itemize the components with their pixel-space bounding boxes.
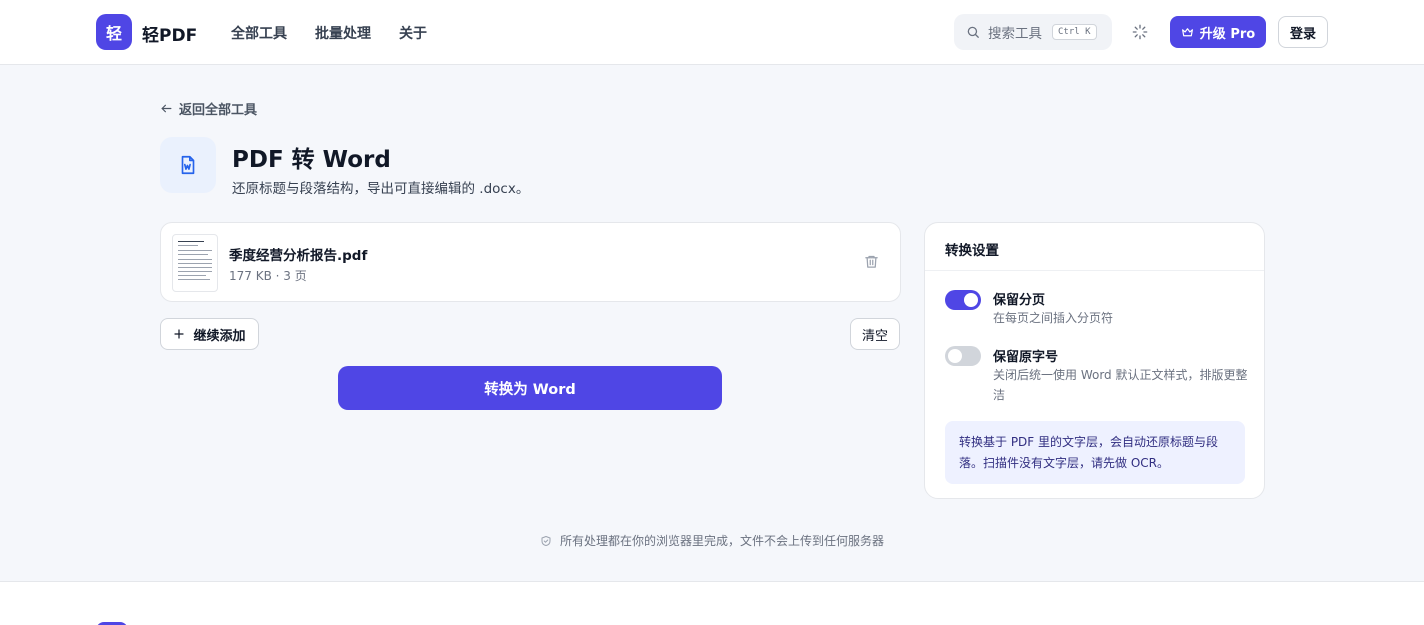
search-placeholder: 搜索工具 (988, 26, 1042, 42)
login-button[interactable]: 登录 (1278, 16, 1328, 48)
nav-about[interactable]: 关于 (399, 23, 427, 43)
nav-batch[interactable]: 批量处理 (315, 23, 371, 43)
plus-icon (174, 329, 185, 339)
toggle-knob (948, 349, 962, 363)
top-header: 轻 轻PDF 全部工具 批量处理 关于 搜索工具 Ctrl K 升级 Pro 登… (0, 0, 1424, 65)
option-label: 保留分页 (993, 293, 1046, 308)
page-subtitle: 还原标题与段落结构，导出可直接编辑的 .docx。 (232, 181, 530, 197)
arrow-left-icon (161, 104, 172, 113)
privacy-text: 所有处理都在你的浏览器里完成，文件不会上传到任何服务器 (560, 534, 885, 548)
option-desc: 在每页之间插入分页符 (993, 311, 1114, 325)
delete-file-button[interactable] (864, 254, 879, 273)
upgrade-label: 升级 Pro (1199, 26, 1256, 42)
file-meta: 177 KB · 3 页 (229, 269, 307, 283)
file-name: 季度经营分析报告.pdf (229, 248, 368, 264)
add-more-button[interactable]: 继续添加 (160, 318, 259, 350)
back-link[interactable]: 返回全部工具 (160, 99, 257, 118)
upgrade-pro-button[interactable]: 升级 Pro (1170, 16, 1266, 48)
loading-spinner-icon (1132, 24, 1148, 40)
keep-font-size-toggle[interactable] (945, 346, 981, 366)
trash-icon (865, 255, 878, 268)
privacy-notice: 所有处理都在你的浏览器里完成，文件不会上传到任何服务器 (540, 532, 884, 549)
toggle-knob (964, 293, 978, 307)
main-nav: 全部工具 批量处理 关于 (231, 23, 427, 43)
crown-icon (1181, 27, 1193, 36)
logo-icon[interactable]: 轻 (96, 14, 132, 50)
option-label: 保留原字号 (993, 350, 1059, 365)
pdf-thumbnail (172, 234, 218, 292)
file-list-item: 季度经营分析报告.pdf 177 KB · 3 页 (160, 222, 901, 302)
keep-pages-toggle[interactable] (945, 290, 981, 310)
search-icon (967, 26, 979, 38)
search-shortcut: Ctrl K (1052, 24, 1097, 40)
page-title: PDF 转 Word (232, 147, 391, 173)
settings-title: 转换设置 (945, 243, 999, 259)
clear-button[interactable]: 清空 (850, 318, 900, 350)
page-footer (0, 581, 1424, 625)
add-more-label: 继续添加 (193, 328, 246, 344)
brand-name[interactable]: 轻PDF (142, 21, 197, 46)
settings-header: 转换设置 (925, 223, 1264, 271)
option-desc: 关闭后统一使用 Word 默认正文样式，排版更整洁 (993, 368, 1248, 402)
back-label: 返回全部工具 (179, 103, 258, 118)
search-input[interactable]: 搜索工具 Ctrl K (954, 14, 1112, 50)
convert-button[interactable]: 转换为 Word (338, 366, 722, 410)
theme-toggle-button[interactable] (1128, 20, 1152, 44)
nav-all-tools[interactable]: 全部工具 (231, 23, 287, 43)
shield-check-icon (541, 535, 551, 546)
info-note: 转换基于 PDF 里的文字层，会自动还原标题与段落。扫描件没有文字层，请先做 O… (945, 421, 1245, 484)
word-file-icon (160, 137, 216, 193)
conversion-settings-panel: 转换设置 保留分页 在每页之间插入分页符 保留原字号 关闭后统一使用 Word … (924, 222, 1265, 499)
